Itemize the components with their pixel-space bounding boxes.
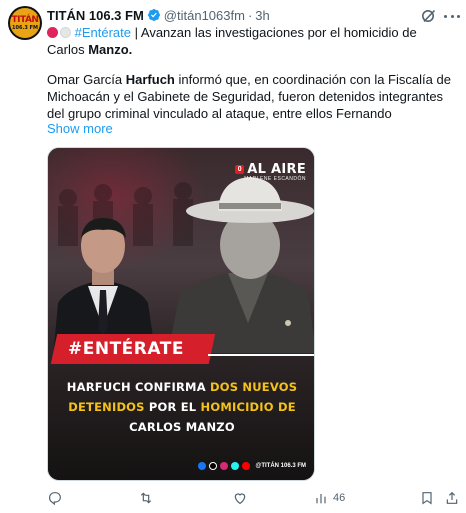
tiktok-icon [231, 462, 240, 470]
media-footer-handle: @TITÁN 106.3 FM [255, 463, 306, 469]
headline-l1-white: HARFUCH CONFIRMA [66, 380, 211, 394]
reply-icon [49, 492, 61, 506]
live-label: AL AIRE [247, 162, 306, 177]
host-name: MARLENE ESCANDÓN [244, 176, 306, 182]
views-chart-icon [316, 494, 326, 504]
avatar[interactable]: TITÁN 106.3 FM [8, 6, 42, 40]
youtube-icon [242, 462, 251, 470]
views-count: 46 [333, 492, 346, 504]
headline-l2-white: POR EL [144, 400, 201, 414]
verified-badge-icon [147, 9, 160, 21]
share-button[interactable] [444, 489, 460, 507]
headline-bold-text: Manzo. [88, 42, 133, 57]
separator-dot: · [247, 7, 253, 23]
live-badge: 0 AL AIRE MARLENE ESCANDÓN [235, 162, 306, 182]
more-options-icon[interactable] [444, 8, 460, 24]
hashtag-link[interactable]: #Entérate [75, 25, 131, 40]
logo-text-sub: 106.3 FM [12, 24, 38, 31]
banner-divider [208, 354, 314, 356]
tweet-actions: 46 [47, 489, 460, 507]
show-more-link[interactable]: Show more [47, 121, 113, 136]
share-icon [446, 491, 458, 504]
instagram-icon [220, 462, 229, 470]
enterate-banner-text: #ENTÉRATE [68, 339, 184, 359]
display-name[interactable]: TITÁN 106.3 FM [47, 8, 144, 23]
bookmark-icon [422, 492, 432, 505]
headline-l2-yellow-a: DETENIDOS [68, 400, 145, 414]
user-handle[interactable]: @titán1063fm [164, 8, 245, 23]
tweet-text-headline: #Entérate | Avanzan las investigaciones … [47, 24, 457, 58]
timestamp[interactable]: 3h [255, 8, 269, 23]
grok-icon[interactable] [421, 8, 437, 24]
like-button[interactable] [232, 489, 248, 507]
titan-logo: TITÁN 106.3 FM [10, 8, 40, 38]
headline-l3: CARLOS MANZO [129, 420, 235, 434]
white-circle-emoji-icon [60, 27, 71, 38]
repost-button[interactable] [138, 489, 154, 507]
body-bold-text: Harfuch [125, 72, 175, 87]
live-icon: 0 [235, 165, 245, 174]
tweet[interactable]: TITÁN 106.3 FM TITÁN 106.3 FM @titán1063… [0, 0, 466, 513]
views-button[interactable]: 46 [313, 489, 345, 507]
media-footer: @TITÁN 106.3 FM [48, 452, 314, 480]
headline-l2-yellow-b: HOMICIDIO DE [200, 400, 296, 414]
headline-l1-yellow: DOS NUEVOS [210, 380, 298, 394]
repost-icon [140, 492, 152, 504]
tweet-header: TITÁN 106.3 FM @titán1063fm · 3h [47, 6, 270, 24]
person-hat-image [168, 177, 314, 353]
bookmark-button[interactable] [419, 489, 435, 507]
tweet-text-body: Omar García Harfuch informó que, en coor… [47, 71, 457, 122]
x-icon [209, 462, 218, 470]
tweet-media-image[interactable]: 0 AL AIRE MARLENE ESCANDÓN #ENTÉRATE HAR… [47, 147, 315, 481]
media-headline: HARFUCH CONFIRMA DOS NUEVOS DETENIDOS PO… [48, 377, 314, 437]
body-text-1: Omar García [47, 72, 126, 87]
logo-text-main: TITÁN [11, 14, 39, 25]
red-circle-emoji-icon [47, 27, 58, 38]
facebook-icon [198, 462, 207, 470]
enterate-banner: #ENTÉRATE [50, 334, 216, 364]
reply-button[interactable] [47, 489, 63, 507]
heart-icon [234, 493, 246, 505]
